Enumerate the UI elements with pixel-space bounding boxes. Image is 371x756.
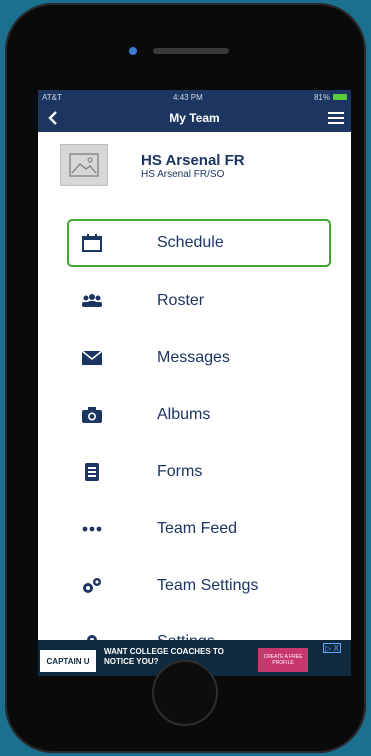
image-placeholder-icon [69,153,99,177]
menu-item-label: Messages [157,349,230,366]
top-nav-bar: My Team [38,104,351,132]
menu-button[interactable] [325,107,347,129]
menu-item-team-feed[interactable]: Team Feed [38,505,351,553]
status-time: 4:43 PM [173,92,203,102]
chevron-left-icon [48,111,57,125]
status-right: 81% [314,93,347,102]
menu-item-schedule[interactable]: Schedule [67,219,331,267]
calendar-icon [80,233,104,253]
carrier-label: AT&T [42,92,62,102]
menu-item-label: Team Settings [157,577,259,594]
hamburger-icon [328,112,344,124]
earpiece-speaker [153,48,229,54]
app-screen: AT&T 4:43 PM 81% My Team HS Arsenal FR H… [38,90,351,676]
status-bar: AT&T 4:43 PM 81% [38,90,351,104]
team-header: HS Arsenal FR HS Arsenal FR/SO [38,132,351,206]
menu-item-roster[interactable]: Roster [38,277,351,325]
menu-item-label: Team Feed [157,520,238,537]
battery-percent: 81% [313,92,330,102]
team-name: HS Arsenal FR [141,152,245,169]
menu-item-label: Forms [157,463,203,480]
menu-item-messages[interactable]: Messages [38,334,351,382]
page-title: My Team [169,111,220,125]
camera-icon [80,405,104,425]
back-button[interactable] [42,107,64,129]
ad-logo: CAPTAIN U [40,650,96,672]
phone-frame: AT&T 4:43 PM 81% My Team HS Arsenal FR H… [5,3,366,753]
menu-item-label: Roster [157,292,205,309]
document-icon [80,462,104,482]
front-camera [129,47,137,55]
battery-icon [332,94,347,100]
menu-item-label: Schedule [157,234,224,251]
team-avatar[interactable] [60,144,108,186]
gears-icon [80,576,104,596]
home-button[interactable] [152,660,218,726]
dots-icon [80,519,104,539]
menu-item-label: Albums [157,406,211,423]
envelope-icon [80,348,104,368]
people-icon [80,291,104,311]
menu-item-albums[interactable]: Albums [38,391,351,439]
menu-item-team-settings[interactable]: Team Settings [38,562,351,610]
ad-close-icon[interactable]: ▷ X [323,643,341,653]
team-subtitle: HS Arsenal FR/SO [141,169,225,180]
menu-item-forms[interactable]: Forms [38,448,351,496]
ad-cta-button[interactable]: CREATE A FREE PROFILE [258,648,308,672]
